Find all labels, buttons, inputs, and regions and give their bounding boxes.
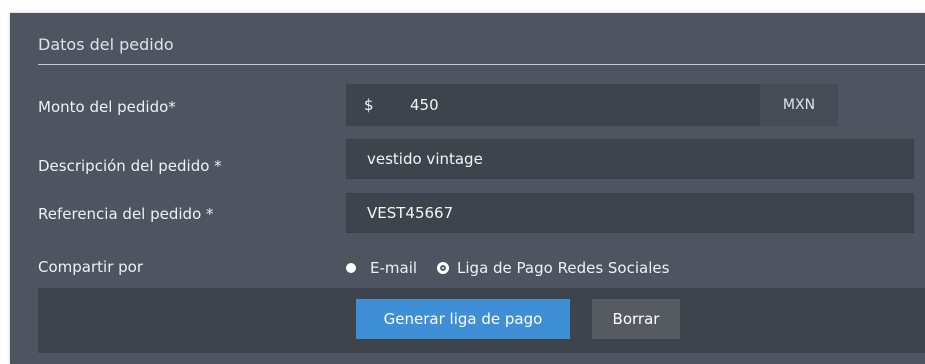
share-option-email[interactable]: E-mail: [346, 259, 417, 277]
radio-email[interactable]: [346, 263, 356, 273]
panel-title: Datos del pedido: [38, 35, 174, 54]
generate-link-button[interactable]: Generar liga de pago: [356, 299, 570, 339]
reference-input[interactable]: VEST45667: [346, 193, 914, 233]
reference-label: Referencia del pedido *: [38, 205, 214, 223]
amount-label: Monto del pedido*: [38, 98, 176, 116]
amount-input[interactable]: 450: [392, 84, 760, 126]
currency-suffix: MXN: [760, 84, 838, 126]
form-actions: Generar liga de pago Borrar: [38, 288, 925, 353]
amount-input-group: $ 450 MXN: [346, 84, 838, 126]
currency-prefix: $: [346, 84, 392, 126]
share-label: Compartir por: [38, 258, 143, 276]
description-label: Descripción del pedido *: [38, 157, 222, 175]
title-divider: [38, 64, 925, 65]
radio-social-selected[interactable]: [437, 262, 450, 274]
share-option-social-label: Liga de Pago Redes Sociales: [457, 259, 670, 277]
share-option-email-label: E-mail: [370, 259, 418, 277]
order-data-panel: Datos del pedido Monto del pedido* $ 450…: [10, 13, 925, 364]
share-options: E-mail Liga de Pago Redes Sociales: [346, 256, 689, 280]
share-option-social[interactable]: Liga de Pago Redes Sociales: [437, 259, 669, 277]
description-input[interactable]: vestido vintage: [346, 139, 914, 179]
clear-button[interactable]: Borrar: [592, 299, 680, 339]
